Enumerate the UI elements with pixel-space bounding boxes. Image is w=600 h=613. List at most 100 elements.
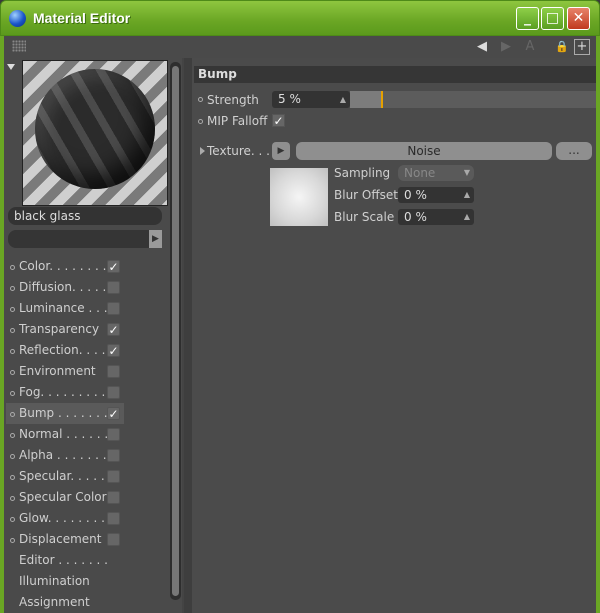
- channel-label: Reflection. . . .: [19, 343, 106, 357]
- channel-label: Illumination: [19, 574, 90, 588]
- channel-checkbox[interactable]: [107, 512, 120, 525]
- toolbar: ◀ ▶ A 🔒 +: [4, 36, 596, 58]
- channel-label: Alpha . . . . . . .: [19, 448, 107, 462]
- channel-sidebar: black glass ▶ Color. . . . . . . . ✓ Diffu…: [4, 58, 182, 613]
- strength-value: 5 %: [278, 92, 301, 106]
- channel-item[interactable]: Normal . . . . . .: [6, 424, 124, 445]
- blur-offset-spinner-icon[interactable]: ▲: [464, 187, 470, 203]
- channel-anim-dot[interactable]: [10, 265, 15, 270]
- channel-item[interactable]: Fog. . . . . . . . .: [6, 382, 124, 403]
- grip-icon[interactable]: [12, 40, 26, 52]
- texture-browse-button[interactable]: ...: [556, 142, 592, 160]
- scrollbar-thumb[interactable]: [172, 66, 179, 596]
- sampling-select[interactable]: None ▼: [398, 165, 474, 181]
- channel-anim-dot[interactable]: [10, 370, 15, 375]
- channel-item[interactable]: Illumination: [6, 571, 124, 592]
- texture-label: Texture. . .: [207, 144, 270, 158]
- channel-checkbox[interactable]: [107, 533, 120, 546]
- strength-slider[interactable]: [350, 91, 596, 108]
- channel-label: Transparency: [19, 322, 100, 336]
- channel-anim-dot[interactable]: [10, 517, 15, 522]
- channel-checkbox[interactable]: [107, 449, 120, 462]
- channel-anim-dot[interactable]: [10, 391, 15, 396]
- texture-shader-button[interactable]: Noise: [296, 142, 552, 160]
- channel-item[interactable]: Bump . . . . . . . ✓: [6, 403, 124, 424]
- sampling-value: None: [404, 166, 436, 180]
- slider-fill: [350, 91, 382, 108]
- preview-menu-arrow-icon[interactable]: [7, 64, 15, 70]
- channel-label: Color. . . . . . . .: [19, 259, 107, 273]
- channel-item[interactable]: Glow. . . . . . . .: [6, 508, 124, 529]
- pin-icon[interactable]: A: [522, 39, 538, 55]
- sidebar-scrollbar[interactable]: [170, 62, 181, 600]
- channel-anim-dot[interactable]: [10, 433, 15, 438]
- slider-handle[interactable]: [381, 91, 384, 108]
- new-window-icon[interactable]: +: [574, 39, 590, 55]
- channel-label: Bump . . . . . . .: [19, 406, 108, 420]
- blur-scale-spinner-icon[interactable]: ▲: [464, 209, 470, 225]
- channel-item[interactable]: Diffusion. . . . .: [6, 277, 124, 298]
- channel-anim-dot[interactable]: [10, 538, 15, 543]
- channel-item[interactable]: Specular. . . . .: [6, 466, 124, 487]
- strength-input[interactable]: 5 % ▲: [272, 91, 350, 108]
- channel-checkbox[interactable]: ✓: [107, 407, 120, 420]
- channel-checkbox[interactable]: [107, 365, 120, 378]
- channel-checkbox[interactable]: ✓: [107, 344, 120, 357]
- strength-anim-dot[interactable]: [198, 97, 203, 102]
- lock-icon[interactable]: 🔒: [554, 39, 570, 55]
- material-name-field[interactable]: black glass: [8, 207, 162, 225]
- channel-checkbox[interactable]: [107, 470, 120, 483]
- channel-label: Environment: [19, 364, 96, 378]
- maximize-button[interactable]: □: [541, 7, 564, 30]
- channel-item[interactable]: Assignment: [6, 592, 124, 613]
- channel-item[interactable]: Alpha . . . . . . .: [6, 445, 124, 466]
- channel-item[interactable]: Luminance . . .: [6, 298, 124, 319]
- mip-anim-dot[interactable]: [198, 119, 203, 124]
- channel-item[interactable]: Specular Color: [6, 487, 124, 508]
- channel-item[interactable]: Displacement: [6, 529, 124, 550]
- channel-checkbox[interactable]: [107, 428, 120, 441]
- strength-label: Strength: [207, 93, 259, 107]
- mip-falloff-checkbox[interactable]: ✓: [272, 114, 285, 127]
- channel-label: Glow. . . . . . . .: [19, 511, 105, 525]
- channel-anim-dot[interactable]: [10, 286, 15, 291]
- texture-expand-icon[interactable]: [200, 147, 205, 155]
- minimize-button[interactable]: _: [516, 7, 539, 30]
- channel-checkbox[interactable]: [107, 302, 120, 315]
- channel-label: Diffusion. . . . .: [19, 280, 107, 294]
- channel-anim-dot[interactable]: [10, 496, 15, 501]
- blur-offset-input[interactable]: 0 % ▲: [398, 187, 474, 203]
- material-name-bar[interactable]: [8, 230, 162, 248]
- channel-item[interactable]: Transparency ✓: [6, 319, 124, 340]
- channel-item[interactable]: Color. . . . . . . . ✓: [6, 256, 124, 277]
- channel-label: Fog. . . . . . . . .: [19, 385, 106, 399]
- close-button[interactable]: ✕: [567, 7, 590, 30]
- forward-arrow-icon[interactable]: ▶: [498, 39, 514, 55]
- channel-checkbox[interactable]: [107, 281, 120, 294]
- back-arrow-icon[interactable]: ◀: [474, 39, 490, 55]
- channel-anim-dot[interactable]: [10, 412, 15, 417]
- channel-item[interactable]: Environment: [6, 361, 124, 382]
- channel-checkbox[interactable]: [107, 491, 120, 504]
- texture-menu-button[interactable]: ▶: [272, 142, 290, 160]
- channel-item[interactable]: Editor . . . . . . .: [6, 550, 124, 571]
- channel-item[interactable]: Reflection. . . . ✓: [6, 340, 124, 361]
- sampling-label: Sampling: [334, 166, 391, 180]
- channel-checkbox[interactable]: ✓: [107, 260, 120, 273]
- strength-spinner-icon[interactable]: ▲: [340, 91, 346, 108]
- channel-label: Specular. . . . .: [19, 469, 105, 483]
- channel-label: Displacement: [19, 532, 102, 546]
- pane-splitter[interactable]: [184, 58, 192, 613]
- blur-scale-input[interactable]: 0 % ▲: [398, 209, 474, 225]
- channel-checkbox[interactable]: [107, 386, 120, 399]
- channel-anim-dot[interactable]: [10, 307, 15, 312]
- title-bar[interactable]: Material Editor _ □ ✕: [0, 0, 600, 36]
- window-title: Material Editor: [33, 10, 131, 26]
- channel-checkbox[interactable]: ✓: [107, 323, 120, 336]
- channel-anim-dot[interactable]: [10, 454, 15, 459]
- channel-anim-dot[interactable]: [10, 475, 15, 480]
- channel-anim-dot[interactable]: [10, 349, 15, 354]
- channel-anim-dot[interactable]: [10, 328, 15, 333]
- expand-arrow-icon[interactable]: ▶: [149, 230, 162, 248]
- material-preview[interactable]: [22, 60, 168, 206]
